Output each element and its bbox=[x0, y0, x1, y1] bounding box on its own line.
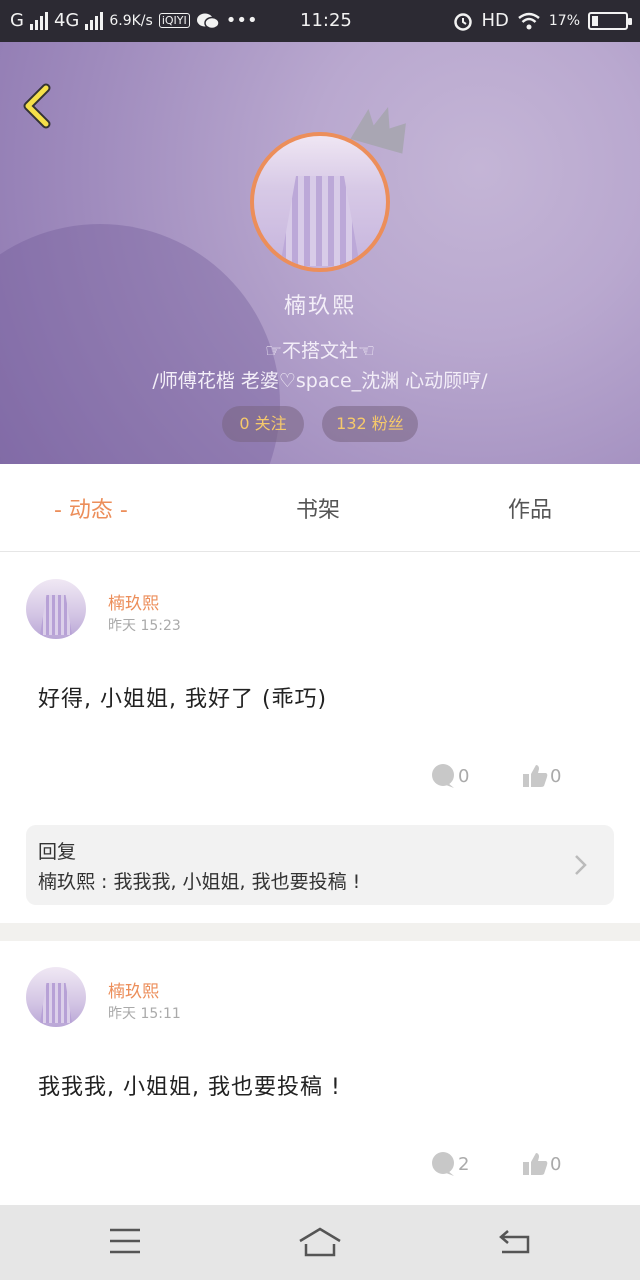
author-name[interactable]: 楠玖熙 bbox=[108, 589, 159, 614]
avatar[interactable] bbox=[26, 967, 86, 1027]
thumb-up-icon bbox=[523, 765, 548, 787]
post-card[interactable]: 楠玖熙 昨天 15:11 我我我, 小姐姐, 我也要投稿 ! 2 0 bbox=[0, 941, 640, 1205]
avatar-image bbox=[280, 176, 360, 266]
carrier-label: G bbox=[10, 10, 24, 31]
post-divider bbox=[0, 923, 640, 941]
wechat-icon bbox=[196, 13, 220, 29]
comment-button[interactable]: 2 bbox=[430, 1151, 469, 1177]
post-card[interactable]: 楠玖熙 昨天 15:23 好得, 小姐姐, 我好了 (乖巧) 0 0 回复 楠玖… bbox=[0, 553, 640, 923]
more-dots: ••• bbox=[225, 10, 258, 31]
post-content: 我我我, 小姐姐, 我也要投稿 ! bbox=[38, 1075, 341, 1100]
wifi-icon bbox=[518, 12, 540, 29]
clock: 11:25 bbox=[300, 10, 352, 31]
signal-icon-2 bbox=[85, 11, 104, 30]
tab-works[interactable]: 作品 bbox=[508, 492, 552, 524]
signal-icon bbox=[29, 11, 48, 30]
comment-count: 2 bbox=[458, 1153, 470, 1175]
reply-preview[interactable]: 回复 楠玖熙 : 我我我, 小姐姐, 我也要投稿 ! bbox=[26, 825, 614, 905]
hd-label: HD bbox=[481, 10, 509, 31]
comment-button[interactable]: 0 bbox=[430, 763, 469, 789]
net-speed: 6.9K/s bbox=[109, 12, 153, 29]
post-time: 昨天 15:23 bbox=[108, 618, 181, 634]
avatar-image bbox=[40, 595, 72, 635]
like-count: 0 bbox=[550, 765, 562, 787]
system-nav-bar bbox=[0, 1205, 640, 1280]
comment-icon bbox=[432, 1152, 454, 1176]
iqiyi-badge: iQIYI bbox=[158, 13, 190, 28]
post-time: 昨天 15:11 bbox=[108, 1006, 181, 1022]
author-name[interactable]: 楠玖熙 bbox=[108, 977, 159, 1002]
profile-avatar[interactable] bbox=[250, 132, 390, 272]
like-button[interactable]: 0 bbox=[522, 1151, 561, 1177]
network-label: 4G bbox=[53, 10, 80, 31]
reply-label: 回复 bbox=[38, 841, 77, 863]
battery-percent: 17% bbox=[548, 12, 580, 29]
tab-activity[interactable]: - 动态 - bbox=[54, 492, 128, 524]
home-icon[interactable] bbox=[298, 1227, 342, 1257]
battery-icon bbox=[588, 11, 632, 30]
back-chevron-icon[interactable] bbox=[18, 82, 58, 130]
fans-pill[interactable]: 132 粉丝 bbox=[322, 406, 418, 442]
tab-bookshelf[interactable]: 书架 bbox=[296, 492, 340, 524]
status-left: G 4G 6.9K/s iQIYI ••• bbox=[10, 10, 258, 31]
avatar-image bbox=[40, 983, 72, 1023]
status-bar: G 4G 6.9K/s iQIYI ••• 11:25 HD 17% bbox=[0, 0, 640, 42]
following-pill[interactable]: 0 关注 bbox=[222, 406, 304, 442]
profile-group: ☞不搭文社☜ bbox=[264, 340, 376, 362]
alarm-icon bbox=[454, 12, 473, 31]
comment-count: 0 bbox=[458, 765, 470, 787]
chevron-right-icon bbox=[575, 855, 587, 875]
back-nav-icon[interactable] bbox=[498, 1227, 532, 1255]
comment-icon bbox=[432, 764, 454, 788]
reply-text: 楠玖熙 : 我我我, 小姐姐, 我也要投稿 ! bbox=[38, 871, 361, 893]
profile-bio: /师傅花楷 老婆♡space_沈渊 心动顾哼/ bbox=[152, 370, 488, 392]
status-right: HD 17% bbox=[453, 10, 632, 31]
thumb-up-icon bbox=[523, 1153, 548, 1175]
like-button[interactable]: 0 bbox=[522, 763, 561, 789]
like-count: 0 bbox=[550, 1153, 562, 1175]
menu-icon[interactable] bbox=[108, 1227, 142, 1255]
profile-name: 楠玖熙 bbox=[283, 294, 356, 319]
tab-bar: - 动态 - 书架 作品 bbox=[0, 464, 640, 552]
post-content: 好得, 小姐姐, 我好了 (乖巧) bbox=[38, 687, 328, 712]
profile-header: 楠玖熙 ☞不搭文社☜ /师傅花楷 老婆♡space_沈渊 心动顾哼/ 0 关注 … bbox=[0, 42, 640, 464]
avatar[interactable] bbox=[26, 579, 86, 639]
